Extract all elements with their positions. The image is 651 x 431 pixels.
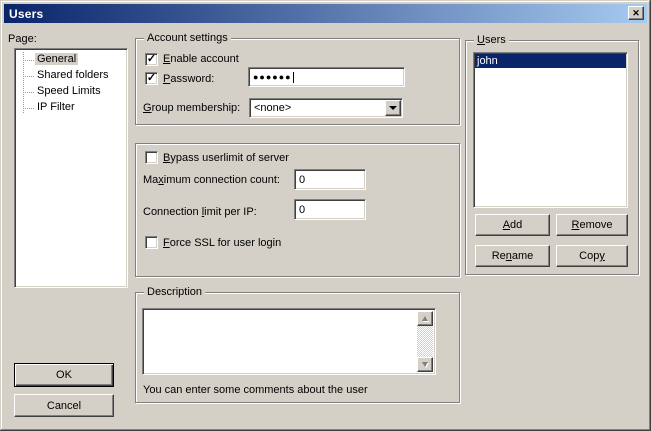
max-connection-count-input[interactable] xyxy=(294,169,366,190)
tree-item-shared-folders[interactable]: Shared folders xyxy=(35,68,127,84)
scroll-up-icon xyxy=(422,316,428,321)
force-ssl-checkbox[interactable]: ✓ xyxy=(145,236,158,249)
users-dialog: Users ✕ Page: General Shared folders Spe… xyxy=(0,0,651,431)
rename-button-label: Rename xyxy=(492,250,534,262)
copy-button[interactable]: Copy xyxy=(556,245,628,267)
ok-button-label: OK xyxy=(56,369,72,381)
password-input[interactable]: ●●●●●● xyxy=(248,67,405,87)
remove-button-label: Remove xyxy=(572,219,613,231)
description-input[interactable] xyxy=(142,308,436,375)
connection-limit-per-ip-input[interactable] xyxy=(294,199,366,220)
tree-connector xyxy=(23,108,34,109)
remove-button[interactable]: Remove xyxy=(556,214,628,236)
tree-connector xyxy=(23,92,34,93)
enable-account-label: Enable account xyxy=(163,53,239,66)
description-hint: You can enter some comments about the us… xyxy=(143,384,368,397)
bypass-userlimit-label: Bypass userlimit of server xyxy=(163,152,289,165)
user-list-item[interactable]: john xyxy=(475,54,626,68)
users-listbox[interactable]: john xyxy=(473,52,628,208)
tree-connector xyxy=(23,76,34,77)
rename-button[interactable]: Rename xyxy=(475,245,550,267)
description-value xyxy=(145,311,417,372)
tree-item-label: Shared folders xyxy=(35,69,111,81)
scrollbar-track[interactable] xyxy=(417,326,433,357)
group-membership-select[interactable]: <none> xyxy=(249,98,403,118)
scroll-down-icon xyxy=(422,362,428,367)
window-title: Users xyxy=(4,7,43,21)
check-icon: ✓ xyxy=(147,73,156,83)
close-icon: ✕ xyxy=(632,9,640,18)
password-label: Password: xyxy=(163,73,214,86)
scroll-up-button[interactable] xyxy=(417,311,433,326)
copy-button-label: Copy xyxy=(579,250,605,262)
close-button[interactable]: ✕ xyxy=(628,6,644,20)
text-caret xyxy=(293,72,294,83)
connection-limit-per-ip-label: Connection limit per IP: xyxy=(143,206,257,219)
title-bar[interactable]: Users ✕ xyxy=(4,4,647,23)
cancel-button-label: Cancel xyxy=(47,400,81,412)
cancel-button[interactable]: Cancel xyxy=(14,394,114,417)
add-button-label: Add xyxy=(503,219,523,231)
users-caption: Users xyxy=(474,34,509,47)
enable-account-checkbox[interactable]: ✓ xyxy=(145,53,158,66)
user-name: john xyxy=(477,55,498,67)
max-connection-count-label: Maximum connection count: xyxy=(143,174,280,187)
tree-item-label: IP Filter xyxy=(35,101,77,113)
description-scrollbar[interactable] xyxy=(417,311,433,372)
description-caption: Description xyxy=(144,286,205,299)
tree-root-line xyxy=(23,52,24,113)
force-ssl-label: Force SSL for user login xyxy=(163,237,281,250)
scroll-down-button[interactable] xyxy=(417,357,433,372)
password-checkbox[interactable]: ✓ xyxy=(145,72,158,85)
bypass-userlimit-checkbox[interactable]: ✓ xyxy=(145,151,158,164)
group-membership-value: <none> xyxy=(254,101,291,115)
tree-item-ip-filter[interactable]: IP Filter xyxy=(35,100,127,116)
password-masked-value: ●●●●●● xyxy=(253,69,292,85)
tree-item-label: Speed Limits xyxy=(35,85,103,97)
account-settings-caption: Account settings xyxy=(144,32,231,45)
check-icon: ✓ xyxy=(147,54,156,64)
page-tree[interactable]: General Shared folders Speed Limits IP F… xyxy=(14,48,128,288)
ok-button[interactable]: OK xyxy=(14,363,114,387)
tree-item-speed-limits[interactable]: Speed Limits xyxy=(35,84,127,100)
group-membership-label: Group membership: xyxy=(143,102,240,115)
tree-item-general[interactable]: General xyxy=(35,52,127,68)
chevron-down-icon xyxy=(389,106,397,110)
dropdown-button[interactable] xyxy=(385,100,401,116)
page-label: Page: xyxy=(8,33,37,46)
tree-connector xyxy=(23,60,34,61)
tree-item-label: General xyxy=(35,53,78,65)
add-button[interactable]: Add xyxy=(475,214,550,236)
